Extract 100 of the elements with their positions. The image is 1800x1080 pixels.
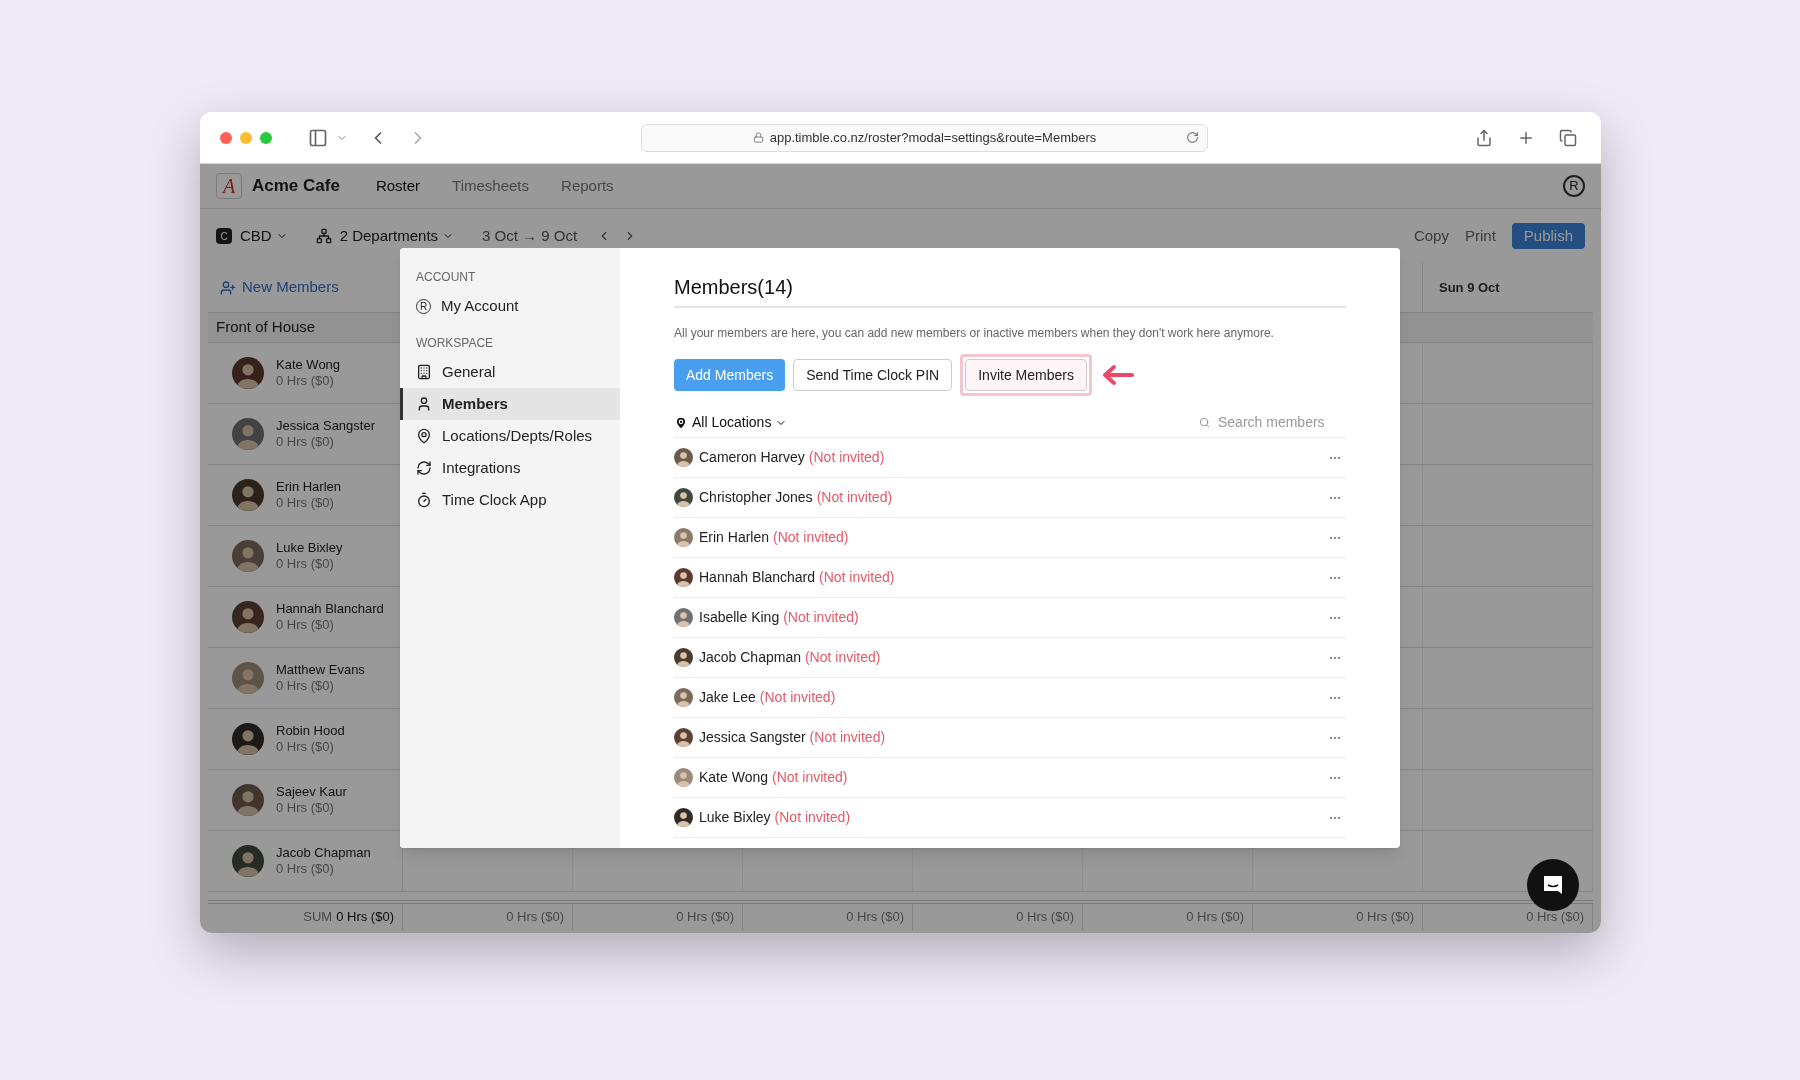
avatar	[674, 528, 693, 547]
logo[interactable]: A	[216, 173, 242, 199]
section-heading: WORKSPACE	[415, 335, 495, 352]
location-filter[interactable]: All Locations	[674, 412, 788, 433]
avatar	[674, 488, 693, 507]
day-total: 0 Hrs ($0)	[506, 908, 564, 927]
member-status: (Not invited)	[804, 648, 881, 667]
day-total: 0 Hrs ($0)	[1186, 908, 1244, 927]
description: All your members are here, you can add new members or inactive members when they don't work here anymore.	[674, 325, 1275, 342]
map-pin-icon	[674, 415, 688, 430]
departments-icon	[315, 228, 332, 244]
day-total: 0 Hrs ($0)	[676, 908, 734, 927]
chat-button[interactable]	[1527, 859, 1579, 911]
employee-name: Jacob Chapman	[276, 844, 371, 861]
avatar	[232, 540, 264, 572]
avatar	[232, 479, 264, 511]
employee-hours: 0 Hrs ($0)	[276, 800, 335, 817]
avatar	[232, 357, 264, 389]
avatar	[232, 784, 264, 816]
settings-nav-item[interactable]: R My Account	[400, 290, 620, 322]
avatar	[232, 601, 264, 633]
avatar	[232, 418, 264, 450]
share-icon[interactable]	[1475, 128, 1493, 147]
avatar	[674, 568, 693, 587]
employee-name: Luke Bixley	[276, 539, 343, 556]
tabs-icon[interactable]	[1559, 128, 1577, 147]
location-badge: C	[216, 228, 232, 244]
new-members-link[interactable]: New Members	[220, 276, 339, 299]
member-name[interactable]: Jessica Sangster	[699, 727, 806, 748]
member-status: (Not invited)	[816, 488, 893, 507]
member-name[interactable]: Erin Harlen	[699, 527, 770, 548]
settings-nav-item[interactable]: General	[400, 356, 620, 388]
member-name[interactable]: Jake Lee	[699, 687, 756, 708]
employee-hours: 0 Hrs ($0)	[276, 678, 335, 695]
avatar	[674, 808, 693, 827]
member-status: (Not invited)	[809, 728, 886, 747]
member-name[interactable]: Kate Wong	[699, 767, 768, 788]
member-status: (Not invited)	[774, 808, 851, 827]
employee-hours: 0 Hrs ($0)	[276, 556, 335, 573]
address-bar[interactable]: app.timble.co.nz/roster?modal=settings&route=Members	[641, 123, 1208, 152]
lock-icon	[752, 132, 764, 143]
sum-label: SUM	[303, 908, 333, 927]
toolbar-button[interactable]: Print	[1464, 224, 1496, 248]
user-icon	[416, 396, 432, 412]
action-button[interactable]: Send Time Clock PIN	[793, 359, 953, 391]
group-heading: Front of House	[216, 317, 316, 338]
employee-hours: 0 Hrs ($0)	[276, 861, 335, 878]
user-plus-icon	[220, 279, 236, 296]
member-status: (Not invited)	[772, 768, 848, 787]
member-name[interactable]: Isabelle King	[699, 607, 780, 628]
map-pin-icon	[416, 428, 432, 444]
member-name[interactable]: Luke Bixley	[699, 807, 771, 828]
day-total: 0 Hrs ($0)	[1526, 908, 1584, 927]
avatar	[674, 608, 693, 627]
avatar	[674, 448, 693, 467]
employee-hours: 0 Hrs ($0)	[276, 617, 335, 634]
url-text: app.timble.co.nz/roster?modal=settings&route=Members	[769, 128, 1097, 147]
avatar	[674, 768, 693, 787]
employee-name: Sajeev Kaur	[276, 783, 347, 800]
sum-total: 0 Hrs ($0)	[336, 908, 394, 927]
reload-icon[interactable]	[1186, 131, 1199, 144]
user-avatar[interactable]: R	[1563, 175, 1585, 197]
toolbar-button[interactable]: Copy	[1413, 224, 1449, 248]
employee-name: Jessica Sangster	[276, 417, 375, 434]
building-icon	[416, 364, 432, 380]
member-status: (Not invited)	[819, 568, 895, 587]
modal-title: Members(14)	[674, 272, 1346, 308]
day-header: Sun 9 Oct	[1439, 278, 1500, 297]
settings-nav-item[interactable]: Time Clock App	[400, 484, 620, 516]
employee-name: Erin Harlen	[276, 478, 342, 495]
search-field[interactable]: Search members	[1199, 412, 1346, 433]
settings-nav-item[interactable]: Members	[400, 388, 620, 420]
employee-name: Kate Wong	[276, 356, 341, 373]
refresh-icon	[416, 460, 432, 476]
member-name[interactable]: Cameron Harvey	[699, 447, 805, 468]
member-status: (Not invited)	[808, 448, 885, 467]
departments-dropdown[interactable]: 2 Departments	[339, 224, 455, 248]
settings-nav-item[interactable]: Locations/Depts/Roles	[400, 420, 620, 452]
day-total: 0 Hrs ($0)	[846, 908, 904, 927]
nav-tab[interactable]: Roster	[375, 174, 421, 198]
avatar	[232, 723, 264, 755]
employee-name: Robin Hood	[276, 722, 345, 739]
employee-name: Hannah Blanchard	[276, 600, 384, 617]
settings-nav-item[interactable]: Integrations	[400, 452, 620, 484]
sidebar-icon[interactable]	[308, 127, 328, 148]
member-status: (Not invited)	[759, 688, 836, 707]
employee-hours: 0 Hrs ($0)	[276, 434, 335, 451]
action-button[interactable]: Invite Members	[965, 359, 1087, 391]
day-total: 0 Hrs ($0)	[1016, 908, 1074, 927]
employee-hours: 0 Hrs ($0)	[276, 739, 335, 756]
timer-icon	[416, 492, 432, 508]
employee-hours: 0 Hrs ($0)	[276, 495, 335, 512]
member-name[interactable]: Hannah Blanchard	[699, 567, 815, 588]
member-status: (Not invited)	[773, 528, 849, 547]
member-name[interactable]: Jacob Chapman	[699, 647, 801, 668]
avatar	[674, 648, 693, 667]
member-name[interactable]: Christopher Jones	[699, 487, 813, 508]
avatar	[674, 728, 693, 747]
member-status: (Not invited)	[783, 608, 859, 627]
location-dropdown[interactable]: CBD	[240, 224, 288, 248]
